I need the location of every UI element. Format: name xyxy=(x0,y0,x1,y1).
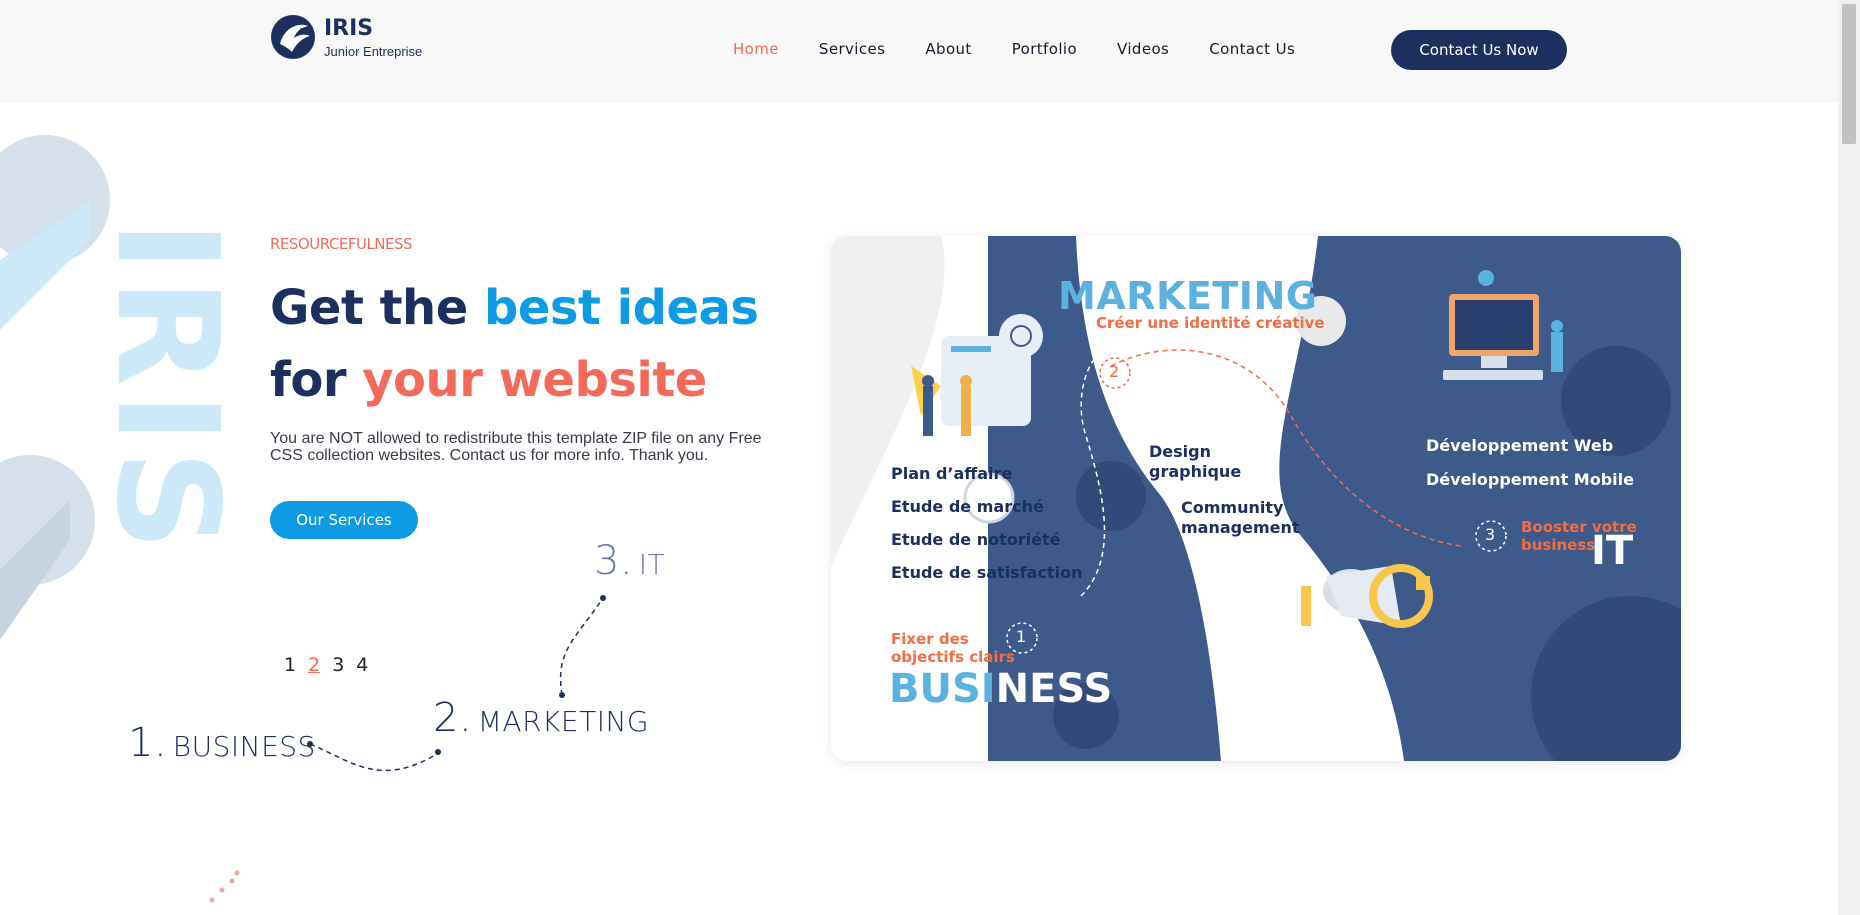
contact-us-now-button[interactable]: Contact Us Now xyxy=(1391,30,1567,70)
iris-vertical-word: IRIS xyxy=(85,220,248,557)
business-item-2: Etude de marché xyxy=(891,497,1044,516)
headline-highlight1: best ideas xyxy=(484,280,759,336)
services-illustration: MARKETING Créer une identité créative Pl… xyxy=(831,236,1681,761)
nav-about[interactable]: About xyxy=(925,40,971,58)
business-title: BUSINESS xyxy=(889,666,1112,712)
headline-highlight2: your website xyxy=(362,352,707,408)
nav-services[interactable]: Services xyxy=(819,40,885,58)
it-goal-line2: business xyxy=(1521,536,1596,554)
headline-part1: Get the xyxy=(270,280,484,336)
step-marketing-number: 2. xyxy=(433,695,473,741)
step-it-number: 3. xyxy=(594,538,634,584)
step-business-number: 1. xyxy=(128,720,168,766)
step-number-2: 2 xyxy=(1109,362,1120,381)
business-goal-line2: objectifs clairs xyxy=(891,648,1015,666)
hero-eyebrow: RESOURCEFULNESS xyxy=(270,235,413,253)
main-nav: Home Services About Portfolio Videos Con… xyxy=(733,40,1295,58)
eagle-logo-icon xyxy=(271,15,315,59)
step-it: 3. IT xyxy=(594,538,665,584)
our-services-button[interactable]: Our Services xyxy=(270,501,418,539)
nav-portfolio[interactable]: Portfolio xyxy=(1012,40,1077,58)
nav-contact-us[interactable]: Contact Us xyxy=(1209,40,1295,58)
marketing-subtitle: Créer une identité créative xyxy=(1096,314,1325,332)
marketing-title: MARKETING xyxy=(1058,274,1318,318)
business-item-4: Etude de satisfaction xyxy=(891,563,1083,582)
step-marketing: 2. MARKETING xyxy=(433,695,649,741)
headline-part2: for xyxy=(270,352,363,408)
step-it-label: IT xyxy=(638,548,666,581)
business-goal-line1: Fixer des xyxy=(891,630,969,648)
it-title: IT xyxy=(1591,528,1634,574)
business-title-b: NESS xyxy=(995,666,1113,712)
logo-title: IRIS xyxy=(324,16,374,41)
pager-item-2[interactable]: 2 xyxy=(308,654,320,676)
it-item-1: Développement Web xyxy=(1426,436,1614,455)
business-item-3: Etude de notoriété xyxy=(891,530,1061,549)
hero-description: You are NOT allowed to redistribute this… xyxy=(270,430,762,464)
nav-videos[interactable]: Videos xyxy=(1117,40,1169,58)
step-marketing-label: MARKETING xyxy=(477,705,650,738)
business-item-1: Plan d’affaire xyxy=(891,464,1013,483)
nav-home[interactable]: Home xyxy=(733,40,779,58)
page-scrollbar[interactable] xyxy=(1838,0,1860,915)
logo-subtitle: Junior Entreprise xyxy=(324,44,423,59)
marketing-item-1-line1: Design xyxy=(1149,442,1211,461)
site-header: IRIS Junior Entreprise Home Services Abo… xyxy=(0,0,1838,100)
page: IRIS IRIS Junior Entreprise Home Service… xyxy=(0,0,1860,915)
step-business-label: BUSINESS xyxy=(172,730,316,763)
scrollbar-thumb[interactable] xyxy=(1842,4,1856,144)
slider-pager: 1 2 3 4 xyxy=(284,654,368,676)
step-number-3: 3 xyxy=(1485,525,1496,544)
marketing-item-2-line2: management xyxy=(1181,518,1300,537)
pager-item-3[interactable]: 3 xyxy=(332,654,344,676)
pager-item-1[interactable]: 1 xyxy=(284,654,296,676)
marketing-item-1-line2: graphique xyxy=(1149,462,1242,481)
step-number-1: 1 xyxy=(1016,627,1027,646)
business-title-a: BUSI xyxy=(889,666,996,712)
logo[interactable]: IRIS Junior Entreprise xyxy=(270,14,440,62)
pager-item-4[interactable]: 4 xyxy=(356,654,368,676)
marketing-item-2-line1: Community xyxy=(1181,498,1284,517)
step-business: 1. BUSINESS xyxy=(128,720,316,766)
it-item-2: Développement Mobile xyxy=(1426,470,1634,489)
hero-headline: Get the best ideas for your website xyxy=(270,272,759,416)
